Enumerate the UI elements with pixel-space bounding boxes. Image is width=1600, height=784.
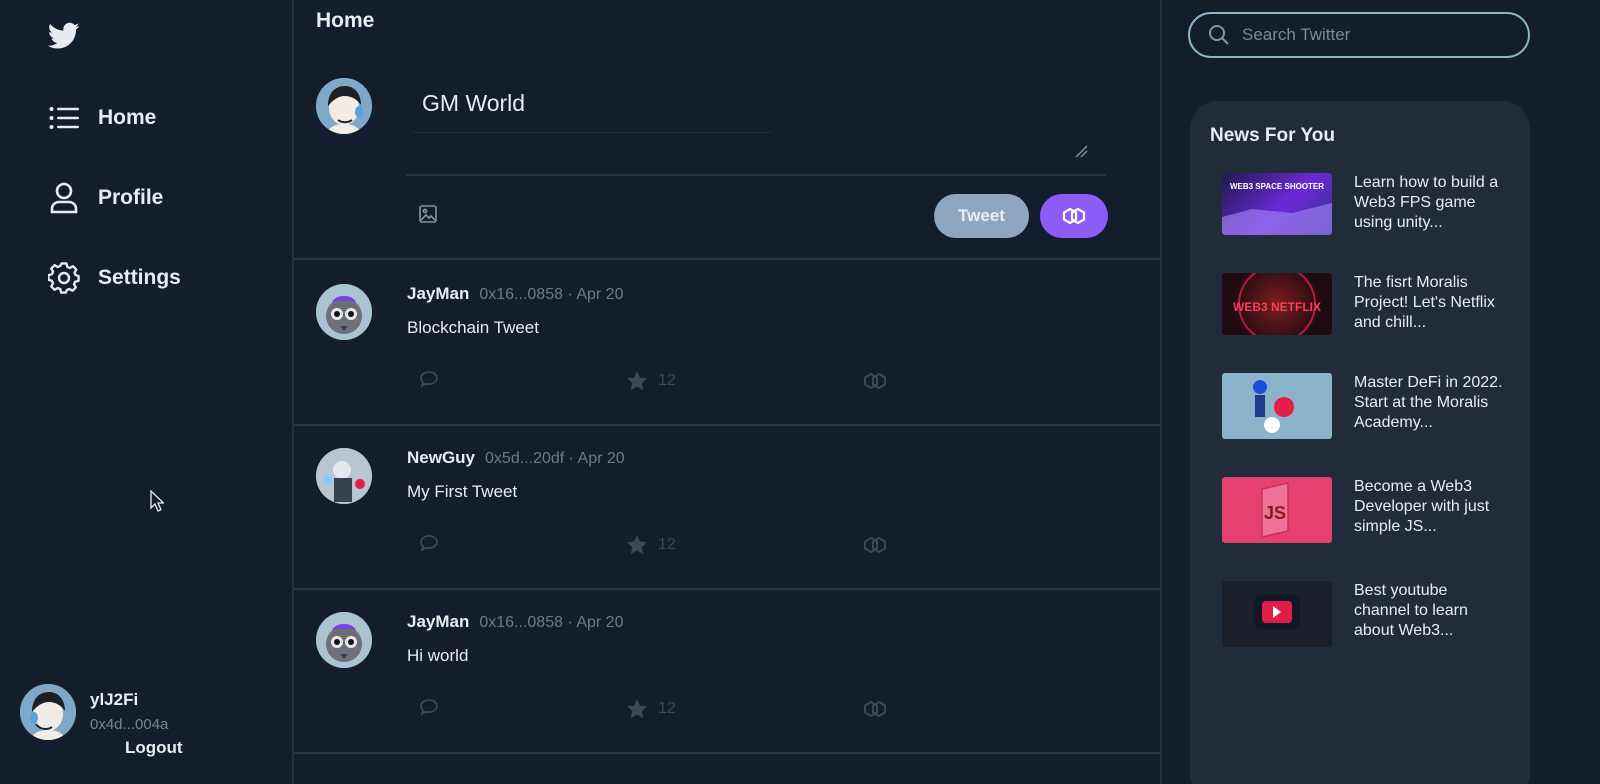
- news-thumbnail: [1222, 373, 1332, 439]
- polygon-icon: [864, 701, 886, 717]
- mouse-cursor-icon: [150, 489, 166, 517]
- nav-home-label: Home: [98, 106, 157, 129]
- home-feed: Home GM World Tweet JayMan 0x16...0858 ·…: [292, 0, 1162, 784]
- thumb-text: JS: [1264, 503, 1286, 523]
- polygon-link-button[interactable]: [862, 370, 888, 392]
- tweet-item[interactable]: JayMan 0x16...0858 · Apr 20 Blockchain Tw…: [294, 262, 1160, 426]
- like-button[interactable]: 12: [626, 698, 676, 719]
- star-icon: [627, 535, 647, 555]
- polygon-icon: [1062, 207, 1086, 225]
- page-title: Home: [316, 9, 375, 32]
- logout-button[interactable]: Logout: [125, 738, 183, 758]
- nav-profile-label: Profile: [98, 186, 164, 209]
- news-thumbnail: WEB3 SPACE SHOOTER: [1222, 173, 1332, 235]
- tweet-item[interactable]: NewGuy 0x5d...20df · Apr 20 My First Twee…: [294, 426, 1160, 590]
- tweet-avatar[interactable]: [316, 448, 372, 504]
- news-item[interactable]: Master DeFi in 2022. Start at the Morali…: [1222, 373, 1504, 439]
- tweet-composer: GM World Tweet: [294, 52, 1160, 260]
- left-sidebar: Home Profile Settings ylJ2Fi 0x4d...004a: [0, 0, 292, 784]
- tweet-username[interactable]: NewGuy: [407, 448, 475, 468]
- image-upload-icon[interactable]: [418, 204, 438, 229]
- star-icon: [627, 699, 647, 719]
- tweet-text: My First Tweet: [407, 482, 518, 501]
- tweet-meta: 0x5d...20df · Apr 20: [485, 450, 625, 467]
- tweet-username[interactable]: JayMan: [407, 612, 469, 632]
- polygon-icon: [864, 373, 886, 389]
- comment-icon: [420, 371, 438, 388]
- like-button[interactable]: 12: [626, 370, 676, 391]
- news-thumbnail: JS: [1222, 477, 1332, 543]
- list-icon: [48, 102, 80, 134]
- news-text: Best youtube channel to learn about Web3…: [1354, 582, 1468, 639]
- news-item[interactable]: Best youtube channel to learn about Web3…: [1222, 581, 1504, 647]
- tweet-avatar[interactable]: [316, 284, 372, 340]
- news-title: News For You: [1210, 125, 1335, 146]
- polygon-link-button[interactable]: [862, 698, 888, 720]
- like-count: 12: [658, 535, 676, 553]
- polygon-link-button[interactable]: [862, 534, 888, 556]
- composer-divider: [406, 174, 1106, 176]
- star-icon: [627, 371, 647, 391]
- composer-underline: [412, 132, 772, 133]
- tweet-username[interactable]: JayMan: [407, 284, 469, 304]
- nav-settings-label: Settings: [98, 266, 181, 289]
- news-text: Master DeFi in 2022. Start at the Morali…: [1354, 374, 1503, 431]
- gear-icon: [48, 262, 80, 294]
- news-text: Learn how to build a Web3 FPS game using…: [1354, 174, 1499, 231]
- account-address: 0x4d...004a: [90, 716, 169, 733]
- news-text: Become a Web3 Developer with just simple…: [1354, 478, 1490, 535]
- tweet-meta: 0x16...0858 · Apr 20: [479, 614, 624, 631]
- composer-textarea[interactable]: GM World: [422, 90, 525, 117]
- app-root: Home Profile Settings ylJ2Fi 0x4d...004a: [0, 0, 1600, 784]
- tweet-text: Blockchain Tweet: [407, 318, 539, 337]
- comment-button[interactable]: [419, 370, 439, 388]
- thumb-text: WEB3 NETFLIX: [1233, 300, 1321, 314]
- tweet-avatar[interactable]: [316, 612, 372, 668]
- search-input[interactable]: [1242, 25, 1512, 45]
- account-avatar: [20, 684, 76, 740]
- tweet-button[interactable]: Tweet: [934, 194, 1029, 238]
- like-button[interactable]: 12: [626, 534, 676, 555]
- user-icon: [48, 182, 80, 214]
- composer-avatar: [316, 78, 372, 134]
- search-box[interactable]: [1188, 12, 1530, 58]
- thumb-text: WEB3 SPACE SHOOTER: [1230, 182, 1324, 191]
- twitter-logo-icon[interactable]: [47, 22, 80, 50]
- news-thumbnail: [1222, 581, 1332, 647]
- account-panel[interactable]: ylJ2Fi 0x4d...004a: [20, 684, 168, 740]
- nav-settings[interactable]: Settings: [48, 262, 181, 294]
- comment-icon: [420, 699, 438, 716]
- news-item[interactable]: WEB3 SPACE SHOOTER Learn how to build a …: [1222, 173, 1504, 235]
- news-panel: News For You WEB3 SPACE SHOOTER Learn ho…: [1190, 101, 1530, 784]
- tweet-text: Hi world: [407, 646, 469, 665]
- nav-profile[interactable]: Profile: [48, 182, 163, 214]
- like-count: 12: [658, 699, 676, 717]
- tweet-meta: 0x16...0858 · Apr 20: [479, 286, 624, 303]
- news-thumbnail: WEB3 NETFLIX: [1222, 273, 1332, 335]
- account-name: ylJ2Fi: [90, 690, 139, 709]
- news-item[interactable]: JS Become a Web3 Developer with just sim…: [1222, 477, 1504, 543]
- comment-icon: [420, 535, 438, 552]
- polygon-tweet-button[interactable]: [1040, 194, 1108, 238]
- comment-button[interactable]: [419, 534, 439, 552]
- resize-handle-icon[interactable]: [1074, 144, 1088, 163]
- news-item[interactable]: WEB3 NETFLIX The fisrt Moralis Project! …: [1222, 273, 1504, 335]
- nav-home[interactable]: Home: [48, 102, 156, 134]
- like-count: 12: [658, 371, 676, 389]
- comment-button[interactable]: [419, 698, 439, 716]
- polygon-icon: [864, 537, 886, 553]
- news-text: The fisrt Moralis Project! Let's Netflix…: [1354, 274, 1495, 331]
- tweet-item[interactable]: JayMan 0x16...0858 · Apr 20 Hi world 12: [294, 590, 1160, 754]
- search-icon: [1209, 25, 1229, 45]
